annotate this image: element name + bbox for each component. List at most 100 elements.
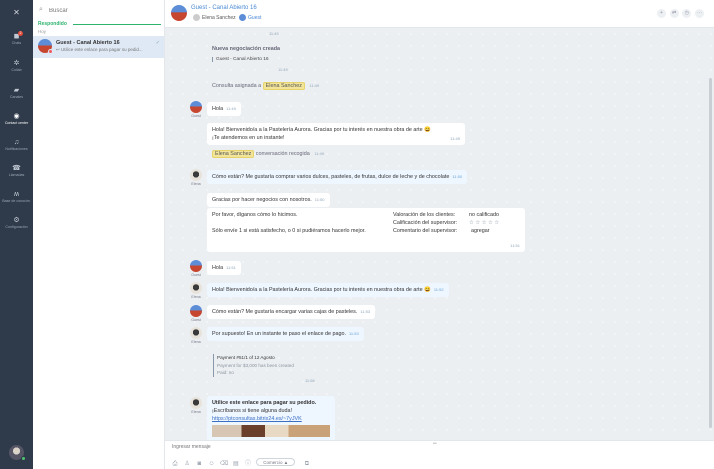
rating-label: Comentario del supervisor:: [393, 228, 458, 234]
author-label: Elena: [191, 410, 201, 414]
message-text: ¡Escríbanos si tiene alguna duda!: [212, 408, 293, 414]
message-text: Cómo están? Me gustaría comprar varios d…: [212, 174, 450, 180]
rating-label: Calificación del supervisor:: [393, 220, 458, 226]
contact-center-icon: ◉: [13, 113, 20, 120]
rail-item-label: Contact center: [4, 121, 29, 125]
left-rail: ✕ ◼ 2 Chats ✲ Collab ▰ Canales ◉ Contact…: [0, 0, 33, 469]
author-label: Guest: [191, 273, 201, 277]
system-new-deal-link[interactable]: Guest - Canal Abierto 16: [212, 57, 269, 62]
author-label: Guest: [191, 318, 201, 322]
template-icon[interactable]: ▤: [232, 460, 240, 467]
author-label: Elena: [191, 182, 201, 186]
participant-elena[interactable]: Elena Sanchez: [202, 15, 236, 21]
rail-item-contact-center[interactable]: ◉ Contact center: [0, 112, 33, 125]
supervisor-stars[interactable]: ☆ ☆ ☆ ☆ ☆: [469, 219, 499, 227]
attach-icon[interactable]: ⎙: [171, 461, 179, 468]
delete-icon[interactable]: ⌫: [220, 460, 228, 467]
rail-item-calls[interactable]: ☎ Llamadas: [0, 164, 33, 177]
rail-item-label: Configuración: [5, 225, 28, 229]
message-time: 11:49: [450, 136, 460, 141]
system-new-deal-title: Nueva negociación creada: [212, 46, 281, 52]
rail-item-chats[interactable]: ◼ 2 Chats: [0, 31, 33, 45]
message-text: Por supuesto! En un instante te paso el …: [212, 331, 346, 337]
emoji-icon[interactable]: ☺: [208, 461, 216, 467]
chat-list-item[interactable]: Guest - Canal Abierto 16 ↩ Utilice este …: [33, 36, 164, 58]
search-input[interactable]: [49, 6, 149, 16]
add-user-icon[interactable]: +: [656, 9, 666, 18]
chat-preview-text: Utilice este enlace para pagar su pedid.…: [61, 47, 143, 52]
elena-avatar: [190, 327, 202, 339]
message-time: 11:52: [433, 287, 444, 292]
payment-title: Payment #51/1 of 12 Agosto: [217, 355, 275, 360]
transfer-icon[interactable]: ⇄: [669, 9, 679, 18]
payment-status: Paid: no: [217, 370, 234, 375]
payment-card[interactable]: Payment #51/1 of 12 Agosto Payment for $…: [213, 354, 294, 377]
more-icon[interactable]: ⋯: [695, 9, 704, 18]
payment-link[interactable]: https://ptconsultas.bitrix24.es/~7yJVK: [212, 415, 330, 423]
rating-label: Valoración de los clientes:: [393, 212, 456, 218]
person-icon[interactable]: ♙: [183, 460, 191, 467]
chat-name: Guest - Canal Abierto 16: [56, 40, 120, 46]
search-box[interactable]: ⌕: [39, 6, 159, 16]
knowledge-icon: ʍ: [13, 191, 20, 198]
section-title: Respondido: [38, 21, 67, 27]
info-icon[interactable]: ⓘ: [244, 458, 252, 467]
rail-item-knowledge[interactable]: ʍ Base de conocim.: [0, 190, 33, 203]
channels-icon: ▰: [13, 87, 20, 94]
rail-item-channels[interactable]: ▰ Canales: [0, 86, 33, 99]
guest-avatar: [190, 260, 202, 272]
elena-avatar: [190, 282, 202, 294]
message-feed[interactable]: 11:49 Nueva negociación creada Guest - C…: [165, 28, 714, 440]
elena-avatar: [190, 397, 202, 409]
system-collected: Elena Sanchez conversación recogida 11:4…: [212, 150, 324, 158]
system-time: 11:49: [269, 31, 279, 36]
participants: Elena Sanchez Guest: [191, 14, 261, 21]
participant-guest[interactable]: Guest: [248, 15, 261, 21]
read-check-icon: ✓: [155, 40, 160, 46]
message-time: 11:51: [510, 243, 520, 248]
add-comment-link[interactable]: agregar: [471, 227, 490, 235]
rail-item-notifications[interactable]: ♫ Notificaciones: [0, 138, 33, 151]
history-icon[interactable]: ◷: [682, 9, 692, 18]
header-actions: + ⇄ ◷ ⋯: [655, 9, 704, 18]
chat-preview: ↩ Utilice este enlace para pagar su pedi…: [56, 47, 143, 52]
assigned-agent-tag[interactable]: Elena Sanchez: [262, 82, 305, 90]
rating-text: Por favor, díganos cómo lo hicimos.: [212, 212, 298, 218]
message-input[interactable]: [172, 444, 472, 450]
chat-header-avatar: [171, 5, 187, 21]
product-image[interactable]: [212, 425, 330, 437]
rail-item-collab[interactable]: ✲ Collab: [0, 59, 33, 72]
quote-icon[interactable]: ◙: [195, 461, 203, 467]
crm-icon[interactable]: ⧉: [303, 461, 311, 468]
guest-avatar: [190, 305, 202, 317]
rail-item-label: Notificaciones: [5, 147, 28, 151]
composer-toolbar: ⎙ ♙ ◙ ☺ ⌫ ▤ ⓘ Comercio ▲ ⧉: [171, 458, 313, 468]
elena-avatar: [190, 169, 202, 181]
system-assigned: Consulta asignada a Elena Sanchez 11:49: [212, 82, 319, 90]
rail-item-label: Canales: [9, 95, 24, 99]
author-label: Elena: [191, 295, 201, 299]
guest-avatar: [190, 101, 202, 113]
rating-value: no calificado: [469, 212, 499, 218]
payment-line: Payment for $3,000 has been created: [217, 362, 294, 368]
system-time: 11:49: [278, 67, 288, 72]
message-time: 11:56: [305, 378, 315, 383]
assigned-prefix: Consulta asignada a: [212, 83, 262, 89]
scrollbar[interactable]: [709, 78, 712, 428]
rail-item-settings[interactable]: ⚙ Configuración: [0, 216, 33, 229]
rail-item-label: Collab: [11, 68, 22, 72]
close-icon[interactable]: ✕: [0, 8, 33, 17]
message-time: 11:53: [348, 331, 359, 336]
composer-panel: ═ ⎙ ♙ ◙ ☺ ⌫ ▤ ⓘ Comercio ▲ ⧉: [165, 440, 714, 469]
message-text: Hola: [212, 265, 224, 271]
message-time: 11:50: [314, 197, 325, 202]
collected-agent-tag[interactable]: Elena Sanchez: [212, 150, 255, 158]
guest-avatar: [239, 14, 247, 21]
message-text: ¡Te atendemos en un instante!: [212, 135, 285, 141]
message-text: Hola! Bienvenido/a a la Pastelería Auror…: [212, 287, 431, 293]
message-bubble: Hola! Bienvenido/a a la Pastelería Auror…: [207, 283, 449, 297]
commerce-dropdown[interactable]: Comercio ▲: [256, 458, 296, 466]
chat-icon: ◼: [13, 33, 20, 40]
chat-title[interactable]: Guest - Canal Abierto 16: [191, 5, 257, 11]
message-bubble: Gracias por hacer negocios con nosotros.…: [207, 193, 330, 207]
